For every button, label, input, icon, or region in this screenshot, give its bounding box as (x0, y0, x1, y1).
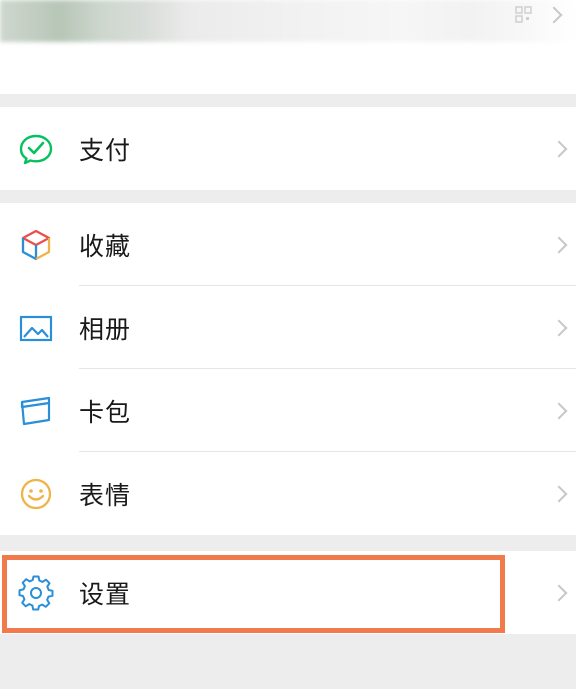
card-wallet-icon (18, 393, 54, 429)
album-picture-icon (18, 310, 54, 346)
pay-group: 支付 (0, 107, 576, 190)
menu-item-stickers[interactable]: 表情 (0, 452, 576, 535)
menu-item-album-label: 相册 (79, 314, 132, 344)
menu-item-settings[interactable]: 设置 (0, 551, 576, 634)
chevron-right-icon (550, 485, 568, 502)
favorites-cube-icon (18, 227, 54, 263)
menu-item-cards-label: 卡包 (79, 397, 132, 427)
chevron-right-icon (550, 402, 568, 419)
wechat-pay-icon (18, 131, 54, 167)
chevron-right-icon (550, 236, 568, 253)
menu-item-settings-label: 设置 (79, 579, 132, 609)
smiley-face-icon (18, 476, 54, 512)
chevron-right-icon (550, 319, 568, 336)
profile-header[interactable] (0, 0, 576, 94)
menu-item-favorites[interactable]: 收藏 (0, 203, 576, 286)
menu-item-pay-label: 支付 (79, 135, 132, 165)
chevron-right-icon (550, 584, 568, 601)
settings-group: 设置 (0, 551, 576, 634)
gear-icon (18, 575, 54, 611)
chevron-right-icon (550, 140, 568, 157)
menu-item-album[interactable]: 相册 (0, 286, 576, 369)
menu-item-stickers-label: 表情 (79, 480, 132, 510)
profile-blurred-area (0, 0, 576, 42)
menu-item-cards[interactable]: 卡包 (0, 369, 576, 452)
features-group: 收藏 相册 卡包 表情 (0, 203, 576, 535)
menu-item-favorites-label: 收藏 (79, 231, 132, 261)
qr-code-icon[interactable] (515, 5, 533, 25)
menu-item-pay[interactable]: 支付 (0, 107, 576, 190)
